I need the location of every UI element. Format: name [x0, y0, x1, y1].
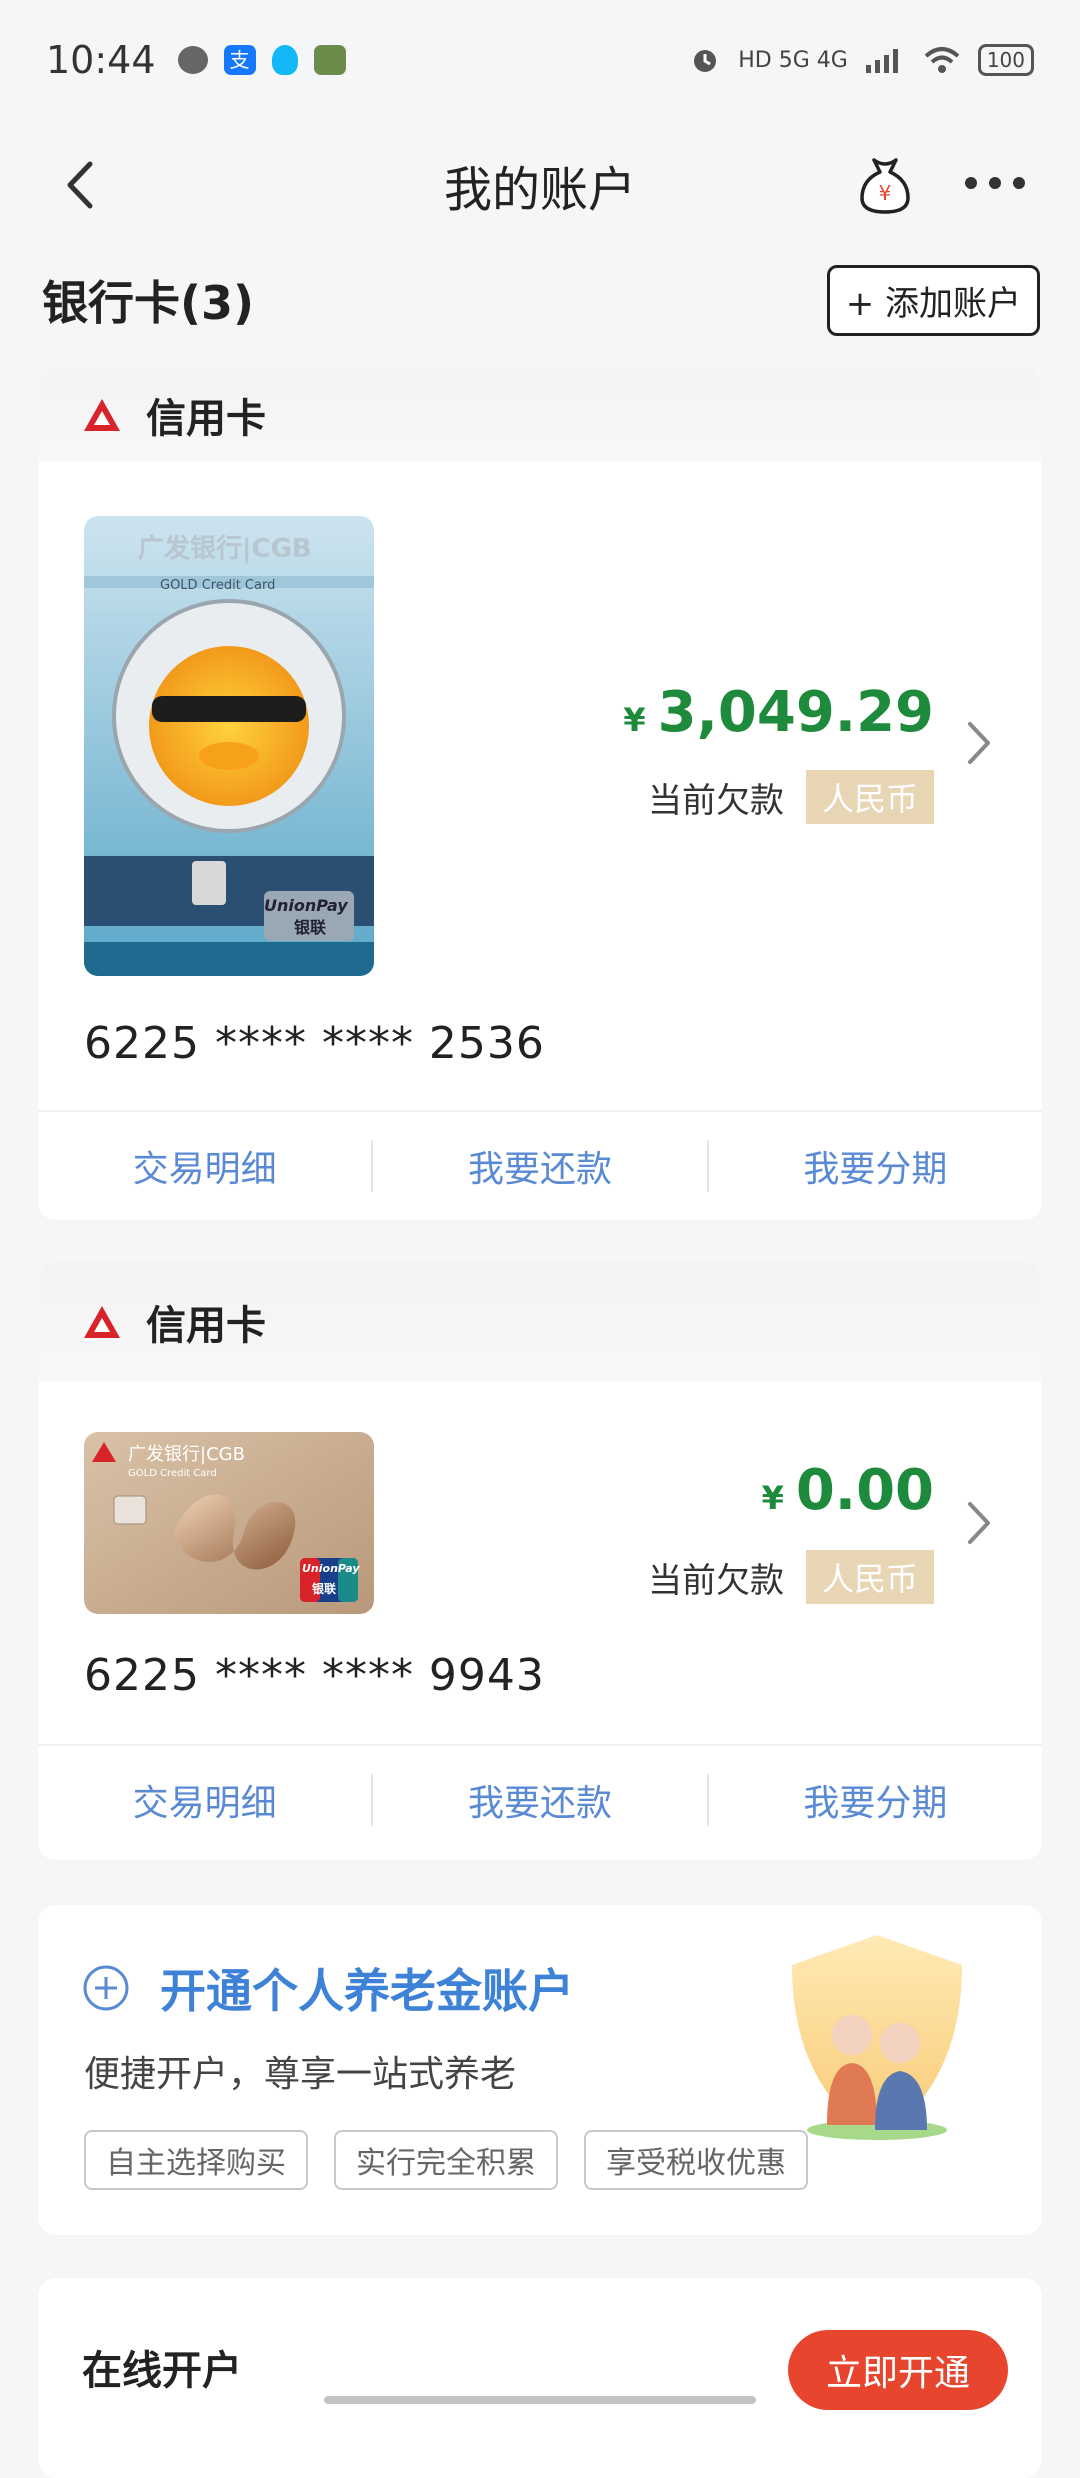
- online-account-title: 在线开户: [82, 2348, 242, 2394]
- card-brand-text: 广发银行|CGB: [128, 1444, 245, 1465]
- cgb-logo-icon: [84, 399, 120, 431]
- status-bar: 10:44 支 HD 5G 4G 100: [0, 0, 1080, 120]
- pension-subtitle: 便捷开户，尊享一站式养老: [84, 2054, 517, 2095]
- owed-row: 当前欠款 人民币: [648, 1550, 934, 1604]
- system-indicators: HD 5G 4G 100: [690, 44, 1034, 76]
- card-number: 6225 **** **** 2536: [84, 1018, 545, 1069]
- card-brand-text: 广发银行|CGB: [138, 534, 312, 564]
- open-now-button[interactable]: 立即开通: [787, 2330, 1008, 2410]
- plus-circle-icon: [83, 1965, 129, 2011]
- transaction-detail-link[interactable]: 交易明细: [38, 1774, 371, 1826]
- status-time: 10:44: [46, 38, 156, 82]
- balance-amount: 3,049.29: [657, 680, 934, 745]
- unionpay-logo: UnionPay: [264, 896, 348, 915]
- online-account-panel: 在线开户 立即开通: [38, 2278, 1042, 2478]
- signal-icon: [865, 49, 898, 73]
- network-indicators: HD 5G 4G: [738, 47, 848, 73]
- chat-icon: [177, 46, 208, 74]
- add-account-button[interactable]: + 添加账户: [826, 264, 1040, 336]
- unionpay-cn: 银联: [294, 918, 327, 937]
- pension-title-row[interactable]: 开通个人养老金账户: [82, 1955, 574, 2021]
- unionpay-cn: 银联: [312, 1582, 337, 1596]
- credit-card-panel: 信用卡 广发银行|CGB GOLD Credit Card UnionPay 银…: [38, 1262, 1042, 1860]
- more-dot-icon: [1013, 177, 1025, 189]
- balance-amount-row[interactable]: ¥ 3,049.29: [623, 680, 934, 745]
- section-title: 银行卡(3): [42, 276, 255, 330]
- unionpay-logo: UnionPay: [302, 1562, 360, 1575]
- alarm-icon: [694, 50, 717, 72]
- back-arrow-icon[interactable]: [56, 160, 106, 210]
- transaction-detail-link[interactable]: 交易明细: [38, 1140, 371, 1192]
- pension-title: 开通个人养老金账户: [160, 1964, 574, 2018]
- currency-symbol: ¥: [623, 701, 646, 739]
- panel-header: 信用卡: [38, 1262, 1042, 1382]
- game-icon: [313, 45, 346, 75]
- battery-indicator: 100: [977, 44, 1034, 76]
- pension-tags: 自主选择购买 实行完全积累 享受税收优惠: [84, 2130, 808, 2190]
- chevron-right-icon[interactable]: [964, 1498, 994, 1548]
- currency-symbol: ¥: [761, 1479, 784, 1517]
- more-dot-icon: [965, 177, 977, 189]
- owed-label: 当前欠款: [647, 780, 784, 821]
- more-options-button[interactable]: [960, 158, 1030, 208]
- card-image[interactable]: 广发银行|CGB GOLD Credit Card UnionPay 银联: [84, 516, 374, 976]
- panel-header: 信用卡: [38, 368, 1042, 462]
- more-dot-icon: [989, 177, 1001, 189]
- feature-tag: 实行完全积累: [334, 2130, 558, 2190]
- currency-badge: 人民币: [805, 770, 934, 824]
- feature-tag: 自主选择购买: [84, 2130, 308, 2190]
- notification-icons: 支: [177, 45, 346, 75]
- balance-amount-row[interactable]: ¥ 0.00: [762, 1458, 934, 1523]
- wifi-icon: [924, 47, 960, 73]
- card-type-label: 信用卡: [146, 396, 266, 442]
- qq-icon: [271, 45, 298, 75]
- elderly-couple-shield-icon: [792, 1935, 962, 2140]
- card-type-label: 信用卡: [146, 1303, 266, 1349]
- card-actions: 交易明细 我要还款 我要分期: [38, 1744, 1042, 1854]
- card-number: 6225 **** **** 9943: [84, 1650, 545, 1701]
- owed-label: 当前欠款: [647, 1560, 784, 1601]
- installment-link[interactable]: 我要分期: [709, 1140, 1042, 1192]
- cgb-logo-icon: [84, 1306, 120, 1338]
- chevron-right-icon[interactable]: [964, 718, 994, 768]
- owed-row: 当前欠款 人民币: [648, 770, 934, 824]
- card-subtitle: GOLD Credit Card: [160, 578, 276, 593]
- card-image[interactable]: 广发银行|CGB GOLD Credit Card UnionPay 银联: [84, 1432, 374, 1614]
- balance-amount: 0.00: [795, 1458, 934, 1523]
- card-actions: 交易明细 我要还款 我要分期: [38, 1110, 1042, 1220]
- moneybag-icon[interactable]: ¥: [850, 150, 920, 220]
- installment-link[interactable]: 我要分期: [709, 1774, 1042, 1826]
- currency-badge: 人民币: [805, 1550, 934, 1604]
- bank-cards-header: 银行卡(3) + 添加账户: [42, 260, 1040, 340]
- repay-link[interactable]: 我要还款: [373, 1140, 706, 1192]
- credit-card-panel: 信用卡 广发银行|CGB GOLD Credit Card UnionPay 银…: [38, 368, 1042, 1220]
- home-indicator[interactable]: [324, 2396, 756, 2404]
- repay-link[interactable]: 我要还款: [373, 1774, 706, 1826]
- alipay-icon: 支: [223, 45, 256, 75]
- moneybag-glyph: ¥: [879, 181, 892, 205]
- card-subtitle: GOLD Credit Card: [128, 1468, 217, 1479]
- nav-bar: 我的账户 ¥: [0, 120, 1080, 250]
- pension-account-panel[interactable]: 开通个人养老金账户 便捷开户，尊享一站式养老 自主选择购买 实行完全积累 享受税…: [38, 1905, 1042, 2235]
